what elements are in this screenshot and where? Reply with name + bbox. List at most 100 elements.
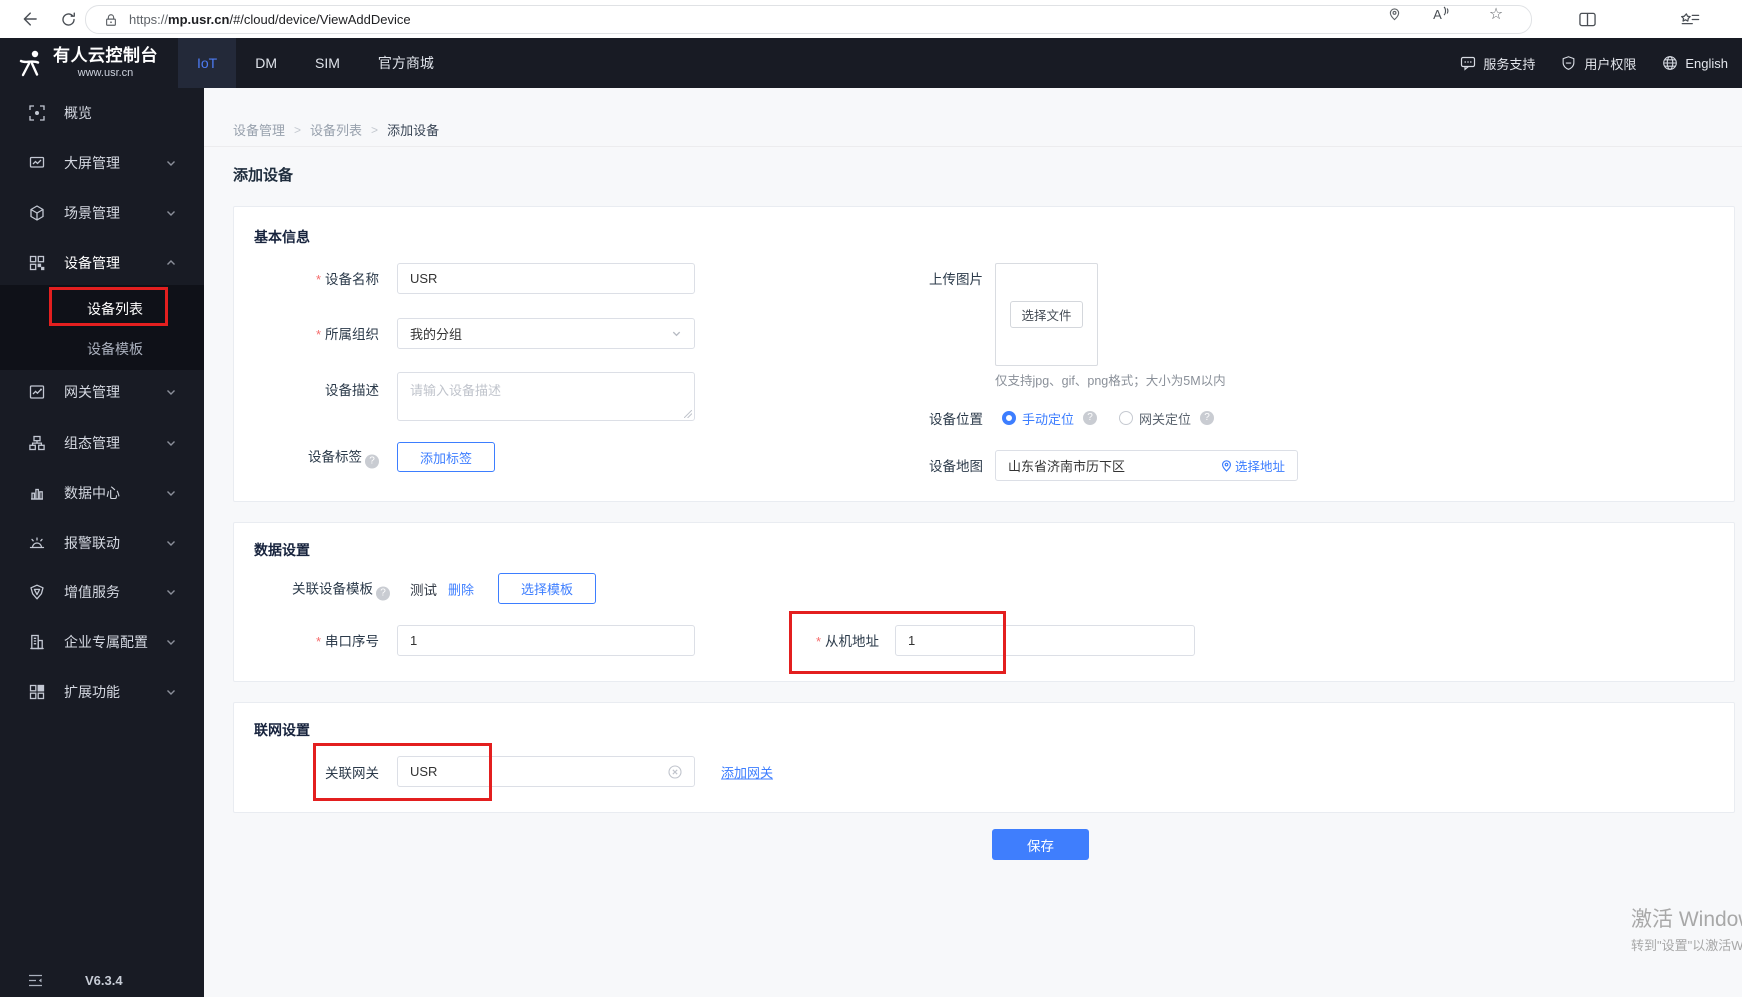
favorites-bar-icon[interactable] <box>1678 7 1702 31</box>
screen-icon <box>29 155 45 171</box>
resize-handle[interactable] <box>684 410 692 418</box>
app-header: 有人云控制台 www.usr.cn IoT DM SIM 官方商城 服务支持 用… <box>0 38 1742 88</box>
tab-iot[interactable]: IoT <box>178 38 237 88</box>
logo[interactable]: 有人云控制台 www.usr.cn <box>0 38 178 88</box>
location-permission-icon[interactable] <box>1385 5 1403 23</box>
add-gateway-link[interactable]: 添加网关 <box>721 763 773 782</box>
device-name-input[interactable]: USR <box>397 263 695 294</box>
organization-label: * 所属组织 <box>315 327 379 342</box>
delete-template-link[interactable]: 删除 <box>448 580 474 599</box>
related-gateway-input[interactable]: USR <box>397 756 695 787</box>
upload-image-label: 上传图片 <box>929 272 983 287</box>
browser-toolbar: https://mp.usr.cn/#/cloud/device/ViewAdd… <box>0 0 1742 39</box>
manual-location-option[interactable]: 手动定位 ? <box>1002 410 1098 427</box>
sidebar-item-data-center[interactable]: 数据中心 <box>0 471 204 515</box>
choose-address-link[interactable]: 选择地址 <box>1221 456 1285 475</box>
sidebar-item-scene-mgmt[interactable]: 场景管理 <box>0 191 204 235</box>
section-title-data-settings: 数据设置 <box>254 542 310 558</box>
basic-info-card: 基本信息 * 设备名称 USR * 所属组织 我的分组 设备描述 请输入设备描述 设… <box>233 206 1735 502</box>
cube-icon <box>29 205 45 221</box>
sidebar-item-gateway-mgmt[interactable]: 网关管理 <box>0 370 204 414</box>
top-nav-tabs: IoT DM SIM 官方商城 <box>178 38 453 88</box>
tab-dm[interactable]: DM <box>236 38 296 88</box>
sidebar-item-enterprise-config[interactable]: 企业专属配置 <box>0 620 204 664</box>
alarm-icon <box>29 535 45 551</box>
map-pin-icon <box>1221 459 1232 472</box>
favorite-star-icon[interactable]: ☆ <box>1487 5 1505 23</box>
breadcrumb-device-mgmt[interactable]: 设备管理 <box>233 120 285 139</box>
chevron-down-icon <box>165 437 177 449</box>
device-map-input[interactable]: 山东省济南市历下区 选择地址 <box>995 450 1298 481</box>
breadcrumb-separator: > <box>294 122 302 137</box>
sidebar-subitem-device-template[interactable]: 设备模板 <box>0 328 204 370</box>
split-screen-icon[interactable] <box>1575 7 1599 31</box>
device-name-label: * 设备名称 <box>315 272 379 287</box>
clear-input-icon[interactable] <box>668 764 682 779</box>
breadcrumb: 设备管理 > 设备列表 > 添加设备 <box>233 120 439 139</box>
add-tag-button[interactable]: 添加标签 <box>397 442 495 472</box>
service-support[interactable]: 服务支持 <box>1460 54 1535 73</box>
read-aloud-icon[interactable]: A <box>1432 5 1450 23</box>
serial-port-label: * 串口序号 <box>315 634 379 649</box>
upload-image-dropzone[interactable]: 选择文件 <box>995 263 1098 366</box>
logo-title: 有人云控制台 <box>53 45 158 65</box>
usr-logo-icon <box>17 48 45 78</box>
sidebar-subitem-device-list[interactable]: 设备列表 <box>0 288 204 330</box>
device-map-label: 设备地图 <box>929 459 983 474</box>
upload-hint: 仅支持jpg、gif、png格式；大小为5M以内 <box>995 374 1226 388</box>
gateway-chart-icon <box>29 384 45 400</box>
sidebar-item-screen-mgmt[interactable]: 大屏管理 <box>0 141 204 185</box>
tab-sim[interactable]: SIM <box>296 38 359 88</box>
help-icon[interactable]: ? <box>376 586 390 601</box>
overview-icon <box>29 105 45 121</box>
save-button[interactable]: 保存 <box>992 829 1089 860</box>
url-scheme: https:// <box>129 12 169 27</box>
device-location-label: 设备位置 <box>929 412 983 427</box>
collapse-sidebar-icon[interactable] <box>28 974 43 987</box>
tab-official-mall[interactable]: 官方商城 <box>359 38 453 88</box>
building-icon <box>29 634 45 650</box>
sidebar-item-device-mgmt[interactable]: 设备管理 <box>0 241 204 285</box>
breadcrumb-device-list[interactable]: 设备列表 <box>310 120 362 139</box>
sidebar-item-scada-mgmt[interactable]: 组态管理 <box>0 421 204 465</box>
sidebar-item-extensions[interactable]: 扩展功能 <box>0 670 204 714</box>
device-grid-icon <box>29 255 45 271</box>
serial-port-input[interactable]: 1 <box>397 625 695 656</box>
choose-template-button[interactable]: 选择模板 <box>498 573 596 604</box>
lock-icon[interactable] <box>104 12 118 28</box>
slave-address-input[interactable]: 1 <box>895 625 1195 656</box>
breadcrumb-add-device: 添加设备 <box>387 123 440 138</box>
breadcrumb-strip: 设备管理 > 设备列表 > 添加设备 <box>204 88 1742 147</box>
help-icon[interactable]: ? <box>365 454 379 469</box>
select-chevron-icon <box>671 328 682 339</box>
address-bar[interactable]: https://mp.usr.cn/#/cloud/device/ViewAdd… <box>85 5 1532 34</box>
sidebar-item-value-added[interactable]: 增值服务 <box>0 570 204 614</box>
section-title-network-settings: 联网设置 <box>254 722 310 738</box>
back-icon[interactable] <box>16 7 40 31</box>
topology-icon <box>29 435 45 451</box>
chevron-down-icon <box>165 537 177 549</box>
language-switch[interactable]: English <box>1662 55 1728 71</box>
sidebar-item-overview[interactable]: 概览 <box>0 91 204 135</box>
gateway-location-radio[interactable] <box>1119 411 1133 425</box>
slave-address-label: * 从机地址 <box>815 634 879 649</box>
sidebar: 概览 大屏管理 场景管理 设备管理 设备列表 设备模板 网关管理 组态管理 数据… <box>0 88 204 997</box>
user-permission[interactable]: 用户权限 <box>1561 54 1636 73</box>
grid-icon <box>29 684 45 700</box>
device-desc-textarea[interactable]: 请输入设备描述 <box>397 372 695 421</box>
gateway-location-option[interactable]: 网关定位 ? <box>1119 410 1215 427</box>
help-icon[interactable]: ? <box>1083 411 1098 425</box>
version-label: V6.3.4 <box>85 972 123 988</box>
manual-location-radio[interactable] <box>1002 411 1016 425</box>
chevron-down-icon <box>165 207 177 219</box>
organization-select[interactable]: 我的分组 <box>397 318 695 349</box>
refresh-icon[interactable] <box>56 7 80 31</box>
activate-windows-hint: 转到"设置"以激活Windows。 <box>1631 938 1742 953</box>
gem-shield-icon <box>29 584 45 600</box>
chevron-down-icon <box>165 586 177 598</box>
sidebar-item-alarm-linkage[interactable]: 报警联动 <box>0 521 204 565</box>
globe-icon <box>1662 55 1678 71</box>
page-title: 添加设备 <box>233 167 294 184</box>
help-icon[interactable]: ? <box>1200 411 1215 425</box>
choose-file-button[interactable]: 选择文件 <box>1010 301 1083 328</box>
